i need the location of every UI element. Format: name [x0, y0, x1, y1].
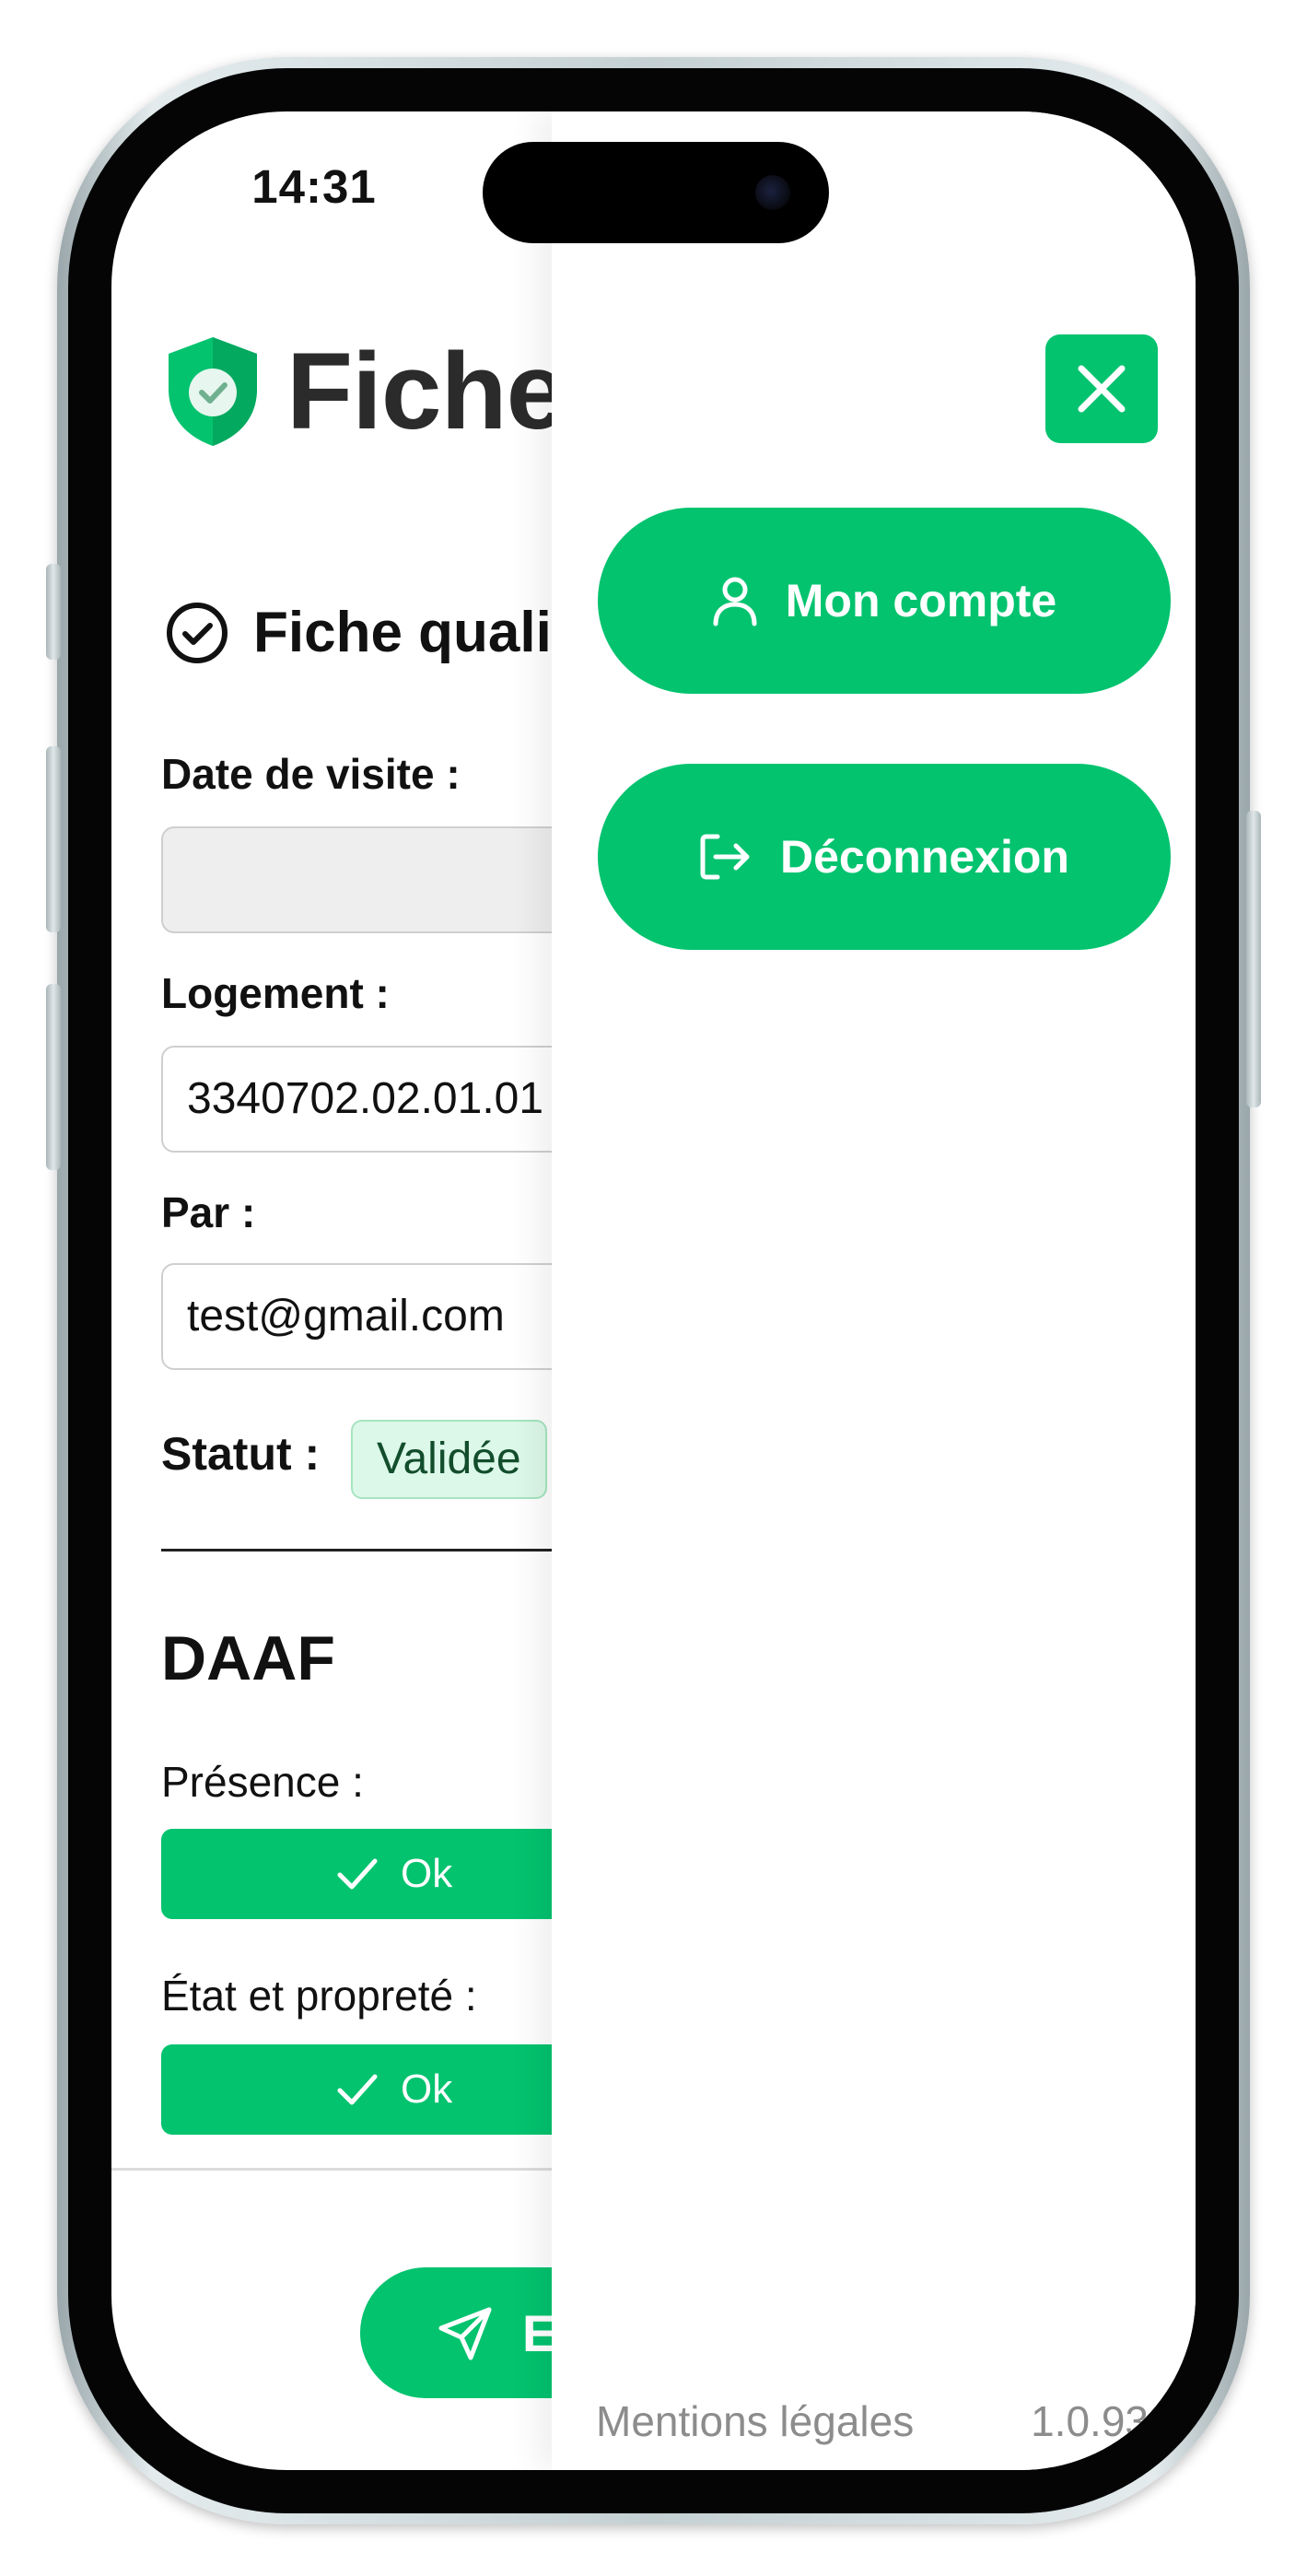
side-drawer: Mon compte Déconnexion Mentions légales … [552, 111, 1196, 2470]
form-title-text: Fiche quali [253, 601, 552, 664]
drawer-footer: Mentions légales 1.0.93 [596, 2396, 1149, 2446]
logement-label: Logement : [161, 969, 390, 1017]
status-badge: Validée [351, 1420, 547, 1499]
etat-label: État et propreté : [161, 1972, 477, 2020]
form-title: Fiche quali [165, 600, 552, 665]
shield-check-icon [169, 337, 257, 446]
statut-label: Statut : [161, 1428, 321, 1480]
date-label: Date de visite : [161, 750, 461, 798]
volume-down-button [46, 984, 61, 1170]
volume-up-button [46, 746, 61, 932]
user-icon [713, 577, 757, 626]
logout-label: Déconnexion [780, 831, 1069, 883]
presence-ok-label: Ok [401, 1851, 453, 1896]
screen: 14:31 74 Fiches [111, 111, 1196, 2470]
daaf-heading: DAAF [161, 1623, 335, 1693]
etat-ok-label: Ok [401, 2067, 453, 2112]
action-button [46, 564, 61, 660]
app-version: 1.0.93 [1031, 2397, 1149, 2445]
check-icon [337, 1858, 378, 1890]
logout-icon [700, 834, 750, 880]
send-icon [438, 2307, 492, 2360]
close-icon [1078, 365, 1126, 413]
close-drawer-button[interactable] [1045, 334, 1158, 443]
par-label: Par : [161, 1188, 256, 1236]
power-button [1246, 811, 1261, 1107]
check-icon [337, 2074, 378, 2105]
logout-button[interactable]: Déconnexion [598, 764, 1171, 950]
account-button[interactable]: Mon compte [598, 508, 1171, 694]
legal-link[interactable]: Mentions légales [596, 2396, 914, 2446]
presence-label: Présence : [161, 1758, 364, 1806]
account-label: Mon compte [785, 575, 1057, 626]
check-circle-icon [167, 602, 228, 663]
dynamic-island [483, 142, 829, 243]
